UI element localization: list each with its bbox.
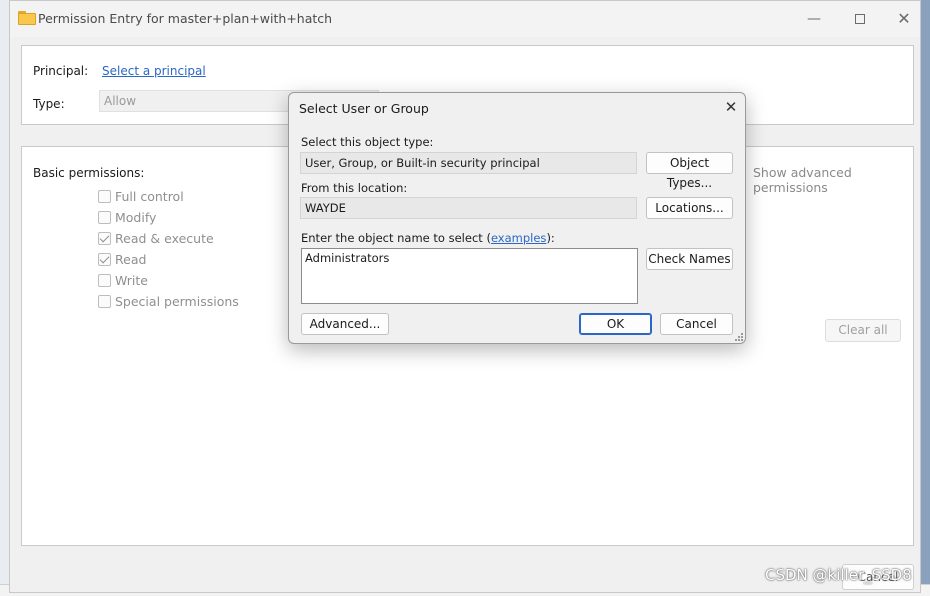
resize-grip-icon[interactable]	[734, 332, 744, 342]
permission-read[interactable]: Read	[98, 250, 146, 268]
object-type-field: User, Group, or Built-in security princi…	[300, 152, 637, 174]
clear-all-button[interactable]: Clear all	[825, 319, 901, 342]
maximize-button[interactable]	[844, 7, 876, 31]
object-name-label-end: ):	[546, 231, 555, 245]
basic-permissions-heading: Basic permissions:	[33, 166, 145, 180]
maximize-icon	[855, 14, 865, 24]
watermark-text: CSDN @killer_SSD8	[765, 566, 912, 584]
permission-write[interactable]: Write	[98, 271, 148, 289]
permission-label: Write	[115, 272, 149, 288]
checkbox[interactable]	[98, 210, 111, 224]
permission-special[interactable]: Special permissions	[98, 292, 239, 310]
examples-link[interactable]: examples	[491, 231, 547, 245]
permission-full-control[interactable]: Full control	[98, 187, 184, 205]
minimize-button[interactable]: —	[798, 7, 830, 31]
close-button[interactable]: ✕	[888, 7, 920, 31]
object-name-label: Enter the object name to select (example…	[301, 231, 555, 245]
desktop-background	[920, 0, 930, 596]
select-principal-link[interactable]: Select a principal	[102, 64, 206, 78]
permission-read-execute[interactable]: Read & execute	[98, 229, 214, 247]
dialog-close-button[interactable]: ✕	[721, 97, 741, 117]
ok-button[interactable]: OK	[579, 313, 652, 335]
object-name-label-text: Enter the object name to select (	[301, 231, 491, 245]
select-user-or-group-dialog: Select User or Group ✕ Select this objec…	[288, 92, 746, 344]
permission-label: Special permissions	[115, 293, 239, 309]
permission-modify[interactable]: Modify	[98, 208, 156, 226]
permission-label: Full control	[115, 188, 184, 204]
title-bar: Permission Entry for master+plan+with+ha…	[10, 1, 920, 37]
type-label: Type:	[33, 97, 65, 111]
location-label: From this location:	[301, 181, 408, 195]
locations-button[interactable]: Locations...	[646, 197, 733, 219]
permission-label: Read & execute	[115, 230, 214, 246]
window-title: Permission Entry for master+plan+with+ha…	[38, 11, 333, 26]
permission-label: Modify	[115, 209, 157, 225]
show-advanced-permissions-link[interactable]: Show advanced permissions	[753, 165, 913, 195]
checkbox[interactable]	[98, 231, 111, 245]
object-types-button[interactable]: Object Types...	[646, 152, 733, 190]
checkbox[interactable]	[98, 294, 111, 308]
check-names-button[interactable]: Check Names	[646, 248, 733, 270]
checkbox[interactable]	[98, 189, 111, 203]
dialog-cancel-button[interactable]: Cancel	[660, 313, 733, 335]
principal-label: Principal:	[33, 64, 89, 78]
advanced-button[interactable]: Advanced...	[301, 313, 389, 335]
location-field: WAYDE	[300, 197, 637, 219]
dialog-title: Select User or Group	[299, 101, 429, 116]
checkbox[interactable]	[98, 273, 111, 287]
object-name-input[interactable]: Administrators	[301, 248, 638, 304]
folder-icon	[18, 11, 36, 25]
permission-label: Read	[115, 251, 147, 267]
object-type-label: Select this object type:	[301, 135, 434, 149]
checkbox[interactable]	[98, 252, 111, 266]
